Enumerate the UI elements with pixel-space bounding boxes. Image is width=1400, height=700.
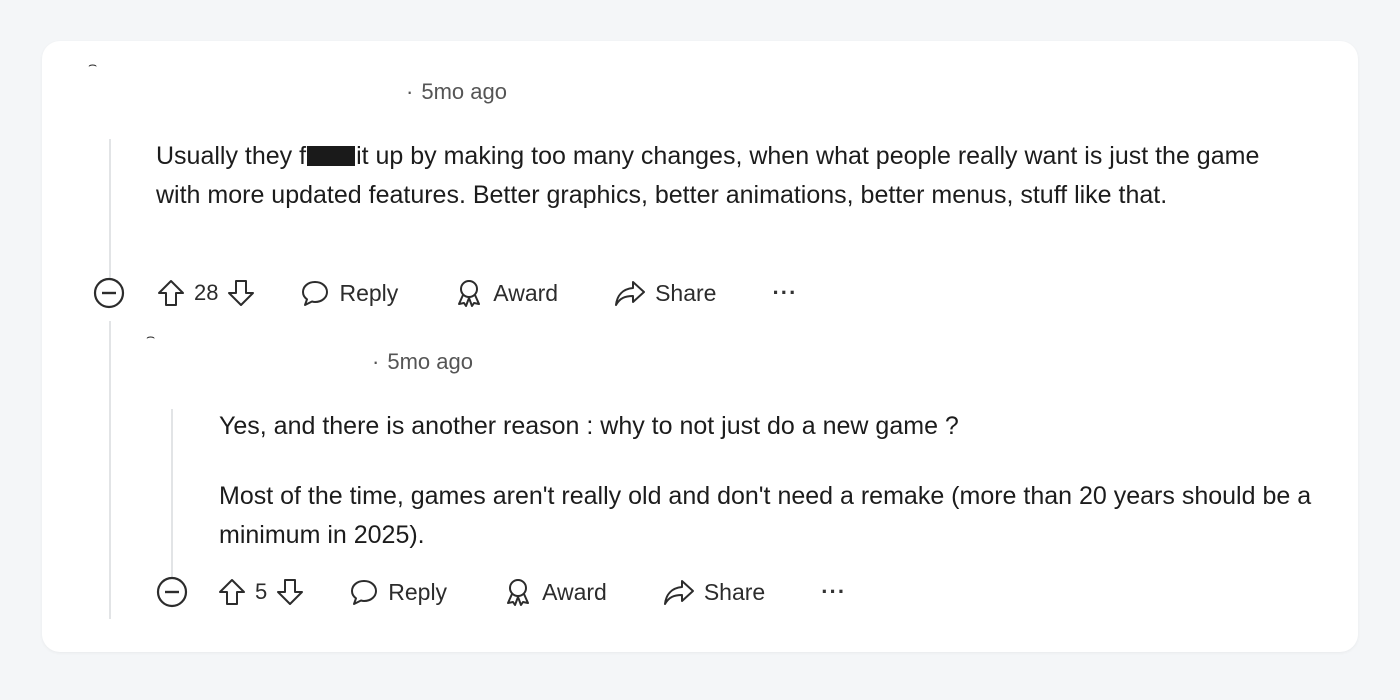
- meta-separator: ·: [406, 79, 414, 104]
- share-icon: [615, 281, 646, 306]
- comment-body: Usually they f it up by making too many c…: [156, 137, 1306, 215]
- comment-body: Yes, and there is another reason : why t…: [219, 407, 1329, 555]
- award-button[interactable]: Award: [503, 577, 607, 607]
- comment-text: Usually they f it up by making too many c…: [156, 142, 1260, 209]
- comment-paragraph: Yes, and there is another reason : why t…: [219, 412, 959, 440]
- more-icon[interactable]: ···: [821, 579, 846, 605]
- avatar-fragment: ⌢: [88, 56, 98, 72]
- share-button[interactable]: Share: [614, 278, 716, 308]
- avatar-fragment: ⌢: [146, 328, 156, 344]
- comment-meta: · 5mo ago: [372, 349, 473, 375]
- collapse-button[interactable]: [155, 575, 189, 609]
- thread-line[interactable]: [171, 409, 173, 579]
- collapse-button[interactable]: [92, 276, 126, 310]
- award-button[interactable]: Award: [454, 278, 558, 308]
- collapse-icon: [93, 277, 125, 309]
- upvote-button[interactable]: [217, 577, 247, 607]
- vote-score: 5: [255, 579, 268, 604]
- award-icon: [507, 579, 530, 606]
- meta-separator: ·: [372, 349, 380, 374]
- reply-icon: [302, 281, 329, 306]
- award-icon: [458, 280, 481, 307]
- redaction-box: [307, 146, 356, 166]
- downvote-button[interactable]: [275, 577, 305, 607]
- share-label: Share: [703, 578, 766, 605]
- reply-button[interactable]: Reply: [300, 278, 398, 308]
- comment-meta: · 5mo ago: [406, 79, 507, 105]
- upvote-icon: [158, 280, 184, 306]
- upvote-icon: [219, 579, 245, 605]
- collapse-icon: [156, 576, 188, 608]
- reply-button[interactable]: Reply: [349, 577, 447, 607]
- share-label: Share: [655, 279, 717, 306]
- downvote-icon: [228, 280, 255, 306]
- reply-label: Reply: [339, 279, 399, 306]
- share-button[interactable]: Share: [663, 577, 765, 607]
- award-label: Award: [542, 578, 607, 605]
- comment-timestamp: 5mo ago: [387, 349, 473, 374]
- comment-paragraph: Most of the time, games aren't really ol…: [219, 482, 1312, 549]
- vote-score: 28: [194, 280, 219, 305]
- award-label: Award: [493, 279, 559, 306]
- upvote-button[interactable]: [156, 278, 186, 308]
- comment-actions: 28 Reply Award Share ···: [92, 273, 797, 313]
- comment-actions: 5 Reply Award Share ···: [155, 572, 846, 612]
- more-icon[interactable]: ···: [772, 280, 797, 306]
- comment-timestamp: 5mo ago: [421, 79, 507, 104]
- downvote-icon: [277, 579, 304, 605]
- share-icon: [663, 580, 694, 605]
- comment-thread-card: ⌢ · 5mo ago Usually they f it up by making…: [42, 41, 1358, 652]
- reply-label: Reply: [388, 578, 448, 605]
- reply-icon: [351, 580, 378, 605]
- thread-line[interactable]: [109, 321, 111, 619]
- downvote-button[interactable]: [226, 278, 256, 308]
- thread-line[interactable]: [109, 139, 111, 279]
